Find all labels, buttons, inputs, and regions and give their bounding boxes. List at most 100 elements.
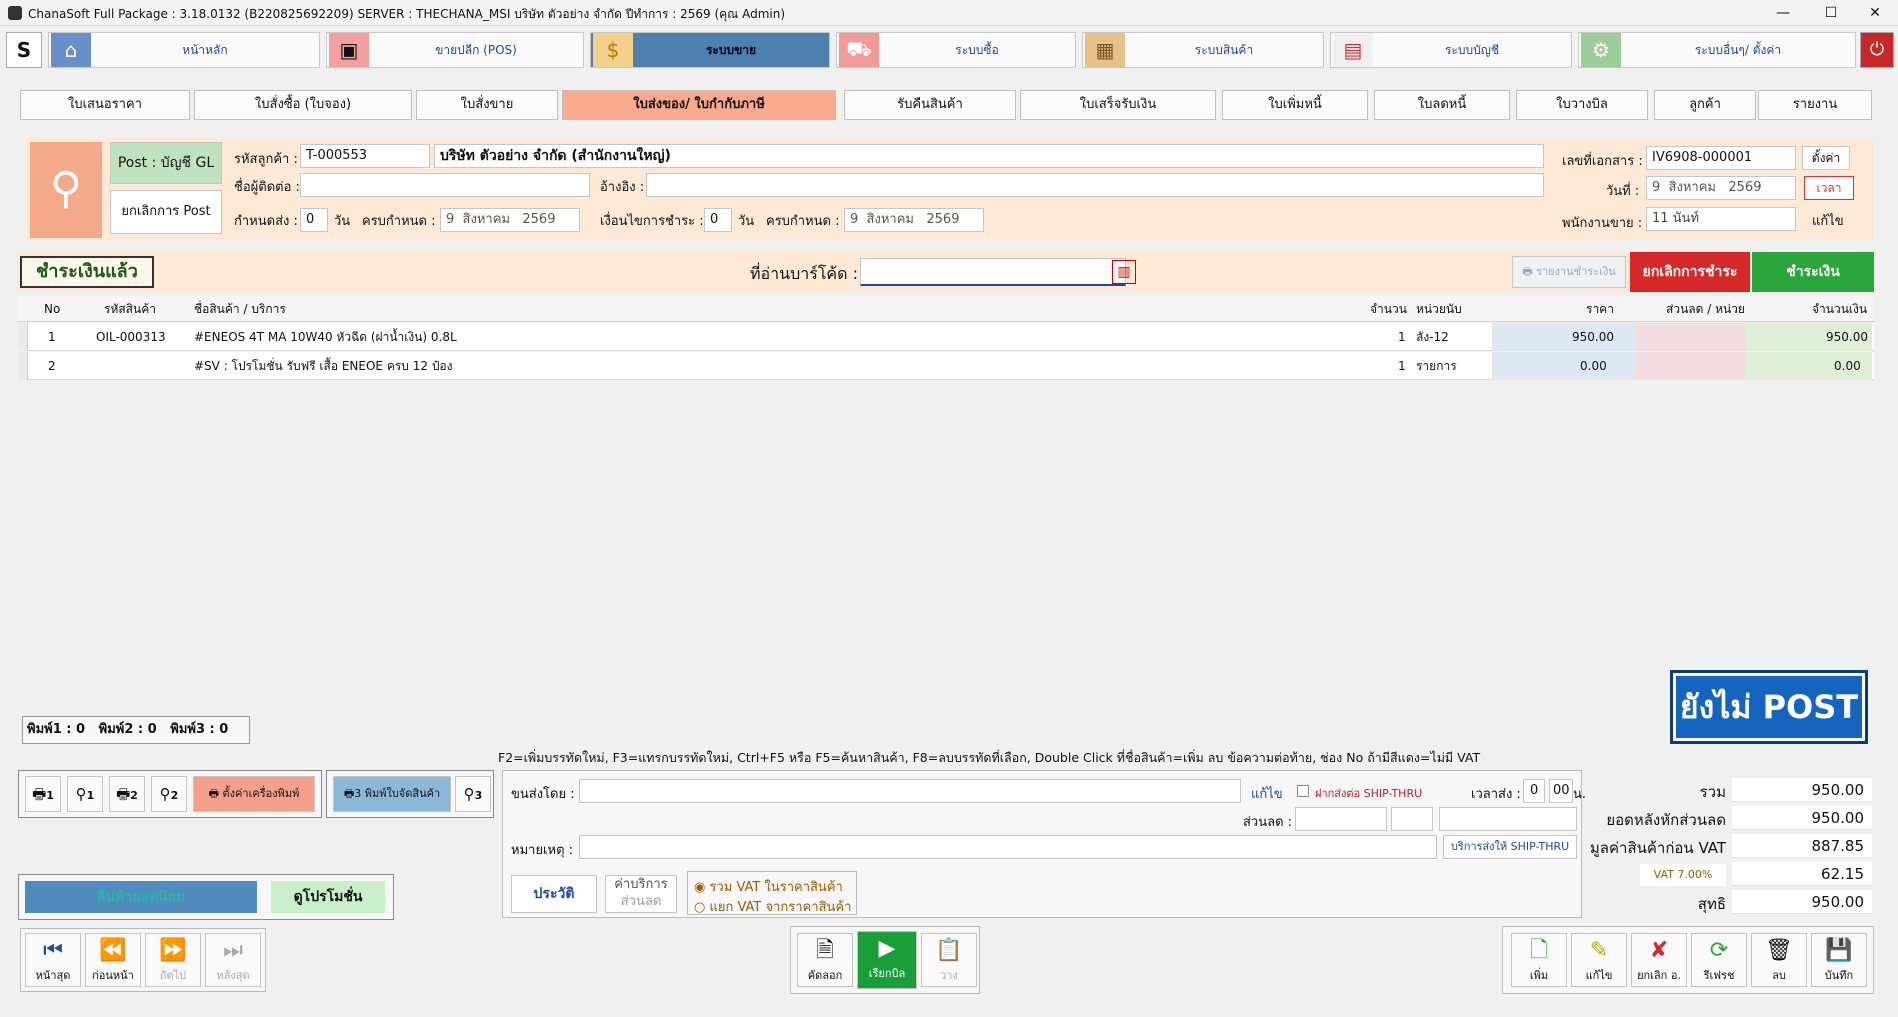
print-2-button[interactable]: 🖶2: [109, 776, 145, 812]
close-button[interactable]: ✕: [1852, 0, 1898, 26]
ship-by-label: ขนส่งโดย :: [511, 787, 575, 802]
tab-invoice[interactable]: ใบส่งของ/ ใบกำกับภาษี: [562, 90, 836, 120]
tab-purchase-order[interactable]: ใบสั่งซื้อ (ใบจอง): [194, 90, 412, 120]
vat-exclude-radio[interactable]: ○ แยก VAT จากราคาสินค้า: [694, 896, 851, 917]
tab-billing[interactable]: ใบวางบิล: [1516, 90, 1648, 120]
doc-date-picker[interactable]: 9 สิงหาคม 2569: [1646, 176, 1796, 200]
menu-pos[interactable]: ▣ ขายปลีก (POS): [326, 32, 584, 68]
salesman-select[interactable]: 11 นันท์: [1646, 207, 1796, 231]
refresh-button[interactable]: ⟳ รีเฟรช: [1691, 933, 1747, 987]
menu-purchase[interactable]: ⛟ ระบบซื้อ: [836, 32, 1076, 68]
ship-thru-checkbox[interactable]: [1297, 785, 1309, 797]
minimize-button[interactable]: —: [1760, 0, 1806, 26]
next-record-button[interactable]: ⏩ ถัดไป: [145, 933, 201, 987]
salesman-label: พนักงานขาย :: [1562, 216, 1643, 231]
credit-days-input[interactable]: 0: [704, 208, 732, 232]
setup-button[interactable]: ตั้งค่า: [1802, 146, 1850, 170]
printer-icon: 🖶: [116, 785, 131, 803]
gear-icon: ⚙: [1581, 33, 1621, 67]
credit-date-picker[interactable]: 9 สิงหาคม 2569: [844, 208, 984, 232]
delete-button[interactable]: 🗑 ลบ: [1751, 933, 1807, 987]
due-date-picker[interactable]: 9 สิงหาคม 2569: [440, 208, 580, 232]
save-button[interactable]: 💾 บันทึก: [1811, 933, 1867, 987]
tab-report[interactable]: รายงาน: [1758, 90, 1872, 120]
search-customer-icon[interactable]: ⚲: [30, 142, 102, 238]
bill-actions: 🗎 คัดลอก ▶ เรียกบิล 📋 วาง: [790, 926, 980, 994]
printer-settings-icon: 🖶: [208, 787, 220, 800]
col-discount: ส่วนลด / หน่วย: [1666, 302, 1745, 316]
cell-name: #ENEOS 4T MA 10W40 หัวฉีด (ฝาน้ำเงิน) 0.…: [194, 330, 457, 344]
col-name: ชื่อสินค้า / บริการ: [194, 302, 286, 316]
record-navigation: ⏮ หน้าสุด ⏪ ก่อนหน้า ⏩ ถัดไป ⏭ หลังสุด: [20, 928, 266, 992]
contact-label: ชื่อผู้ติดต่อ :: [234, 180, 300, 195]
vat-include-radio[interactable]: ◉ รวม VAT ในราคาสินค้า: [694, 876, 843, 897]
tab-quotation[interactable]: ใบเสนอราคา: [20, 90, 190, 120]
menu-home[interactable]: ⌂ หน้าหลัก: [48, 32, 320, 68]
col-code: รหัสสินค้า: [104, 302, 156, 316]
post-gl-button[interactable]: Post : บัญชี GL: [110, 142, 222, 184]
add-button[interactable]: 🗋 เพิ่ม: [1511, 933, 1567, 987]
print-2-preview-button[interactable]: ⚲2: [151, 776, 187, 812]
last-record-button[interactable]: ⏭ หลังสุด: [205, 933, 261, 987]
refresh-icon: ⟳: [1709, 938, 1729, 963]
items-grid: No รหัสสินค้า ชื่อสินค้า / บริการ จำนวน …: [18, 296, 1874, 382]
table-row[interactable]: 1 OIL-000313 #ENEOS 4T MA 10W40 หัวฉีด (…: [18, 323, 1874, 351]
reference-input[interactable]: [646, 173, 1544, 197]
power-off-icon[interactable]: ⏻: [1860, 32, 1894, 68]
tab-customer[interactable]: ลูกค้า: [1654, 90, 1756, 120]
barcode-input[interactable]: [860, 258, 1126, 286]
pay-button[interactable]: ชำระเงิน: [1752, 252, 1874, 292]
menu-inventory[interactable]: ▦ ระบบสินค้า: [1082, 32, 1324, 68]
cancel-post-button[interactable]: ยกเลิกการ Post: [110, 190, 222, 234]
time-button[interactable]: เวลา: [1804, 176, 1854, 200]
tab-return[interactable]: รับคืนสินค้า: [844, 90, 1016, 120]
menu-sales[interactable]: $ ระบบขาย: [590, 32, 830, 68]
call-bill-button[interactable]: ▶ เรียกบิล: [857, 931, 917, 989]
print-1-button[interactable]: 🖶1: [25, 776, 61, 812]
doc-no-input[interactable]: IV6908-000001: [1646, 146, 1796, 170]
history-button[interactable]: ประวัติ: [511, 875, 597, 913]
menu-settings[interactable]: ⚙ ระบบอื่นๆ/ ตั้งค่า: [1578, 32, 1856, 68]
print-1-preview-button[interactable]: ⚲1: [67, 776, 103, 812]
previous-record-button[interactable]: ⏪ ก่อนหน้า: [85, 933, 141, 987]
barcode-scan-icon[interactable]: ▥: [1112, 260, 1136, 284]
copy-button[interactable]: 🗎 คัดลอก: [797, 933, 853, 987]
edit-button[interactable]: ✎ แก้ไข: [1571, 933, 1627, 987]
contact-input[interactable]: [300, 173, 590, 197]
salesman-edit-button[interactable]: แก้ไข: [1812, 210, 1844, 231]
pick-print-group: 🖶3 พิมพ์ใบจัดสินค้า ⚲3: [326, 770, 494, 818]
maximize-button[interactable]: ☐: [1808, 0, 1854, 26]
ship-by-select[interactable]: [579, 779, 1241, 803]
print-payment-report-button[interactable]: 🖶 รายงานชำระเงิน: [1512, 256, 1626, 288]
ship-discount-input[interactable]: [1295, 807, 1387, 831]
popular-products-button[interactable]: สินค้ายอดนิยม: [25, 881, 257, 913]
table-row[interactable]: 2 #SV : โปรโมชั่น รับฟรี เสื้อ ENEOE ครบ…: [18, 352, 1874, 380]
print-pick-list-button[interactable]: 🖶3 พิมพ์ใบจัดสินค้า: [333, 776, 451, 812]
printer-setup-button[interactable]: 🖶 ตั้งค่าเครื่องพิมพ์: [193, 776, 315, 812]
service-discount-button[interactable]: ค่าบริการ ส่วนลด: [605, 875, 677, 913]
view-promotion-button[interactable]: ดูโปรโมชั่น: [271, 881, 385, 913]
print-3-preview-button[interactable]: ⚲3: [455, 776, 491, 812]
customer-code-input[interactable]: T-000553: [300, 144, 430, 168]
first-record-button[interactable]: ⏮ หน้าสุด: [25, 933, 81, 987]
due-date-label: ครบกำหนด :: [362, 214, 436, 229]
net-value: 950.00: [1732, 890, 1872, 914]
cancel-payment-button[interactable]: ยกเลิกการชำระ: [1630, 252, 1750, 292]
ship-discount-type-select[interactable]: [1391, 807, 1433, 831]
tab-debit-note[interactable]: ใบเพิ่มหนี้: [1222, 90, 1368, 120]
tab-credit-note[interactable]: ใบลดหนี้: [1374, 90, 1510, 120]
paste-button[interactable]: 📋 วาง: [921, 933, 977, 987]
tab-receipt[interactable]: ใบเสร็จรับเงิน: [1020, 90, 1216, 120]
remark-input[interactable]: [579, 835, 1437, 859]
tab-sales-order[interactable]: ใบสั่งขาย: [416, 90, 558, 120]
due-days-input[interactable]: 0: [300, 208, 328, 232]
previous-icon: ⏪: [99, 938, 127, 963]
credit-days-unit: วัน: [738, 214, 755, 229]
cell-no: 1: [48, 330, 56, 344]
customer-name-input[interactable]: บริษัท ตัวอย่าง จำกัด (สำนักงานใหญ่): [434, 144, 1544, 168]
menu-accounting[interactable]: ▤ ระบบบัญชี: [1330, 32, 1572, 68]
chanasoft-logo-icon[interactable]: S: [6, 32, 42, 68]
cancel-document-button[interactable]: ✘ ยกเลิก อ.: [1631, 933, 1687, 987]
ship-edit-button[interactable]: แก้ไข: [1251, 783, 1283, 804]
col-price: ราคา: [1586, 302, 1614, 316]
